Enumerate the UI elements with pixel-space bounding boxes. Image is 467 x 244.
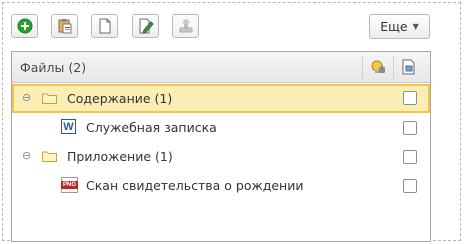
edit-file-button[interactable] — [132, 14, 159, 38]
column-header-check[interactable] — [400, 58, 420, 78]
row-label: Содержание (1) — [67, 91, 173, 106]
clipboard-icon — [58, 19, 71, 34]
png-icon-label: PNG — [61, 181, 78, 189]
column-separator — [393, 56, 394, 80]
collapse-toggle-icon[interactable]: ⊖ — [22, 149, 31, 162]
form-frame: Еще ▼ Файлы (2) ⊖ Содержание (1) W Служе… — [2, 2, 461, 242]
row-label: Приложение (1) — [67, 149, 173, 164]
plus-icon — [17, 18, 32, 34]
folder-icon — [42, 151, 57, 162]
row-checkbox[interactable] — [403, 179, 417, 193]
column-separator — [362, 56, 363, 80]
files-table[interactable]: Файлы (2) ⊖ Содержание (1) W Служебная з… — [11, 51, 431, 242]
table-header: Файлы (2) — [12, 52, 430, 83]
table-row[interactable]: ⊖ Содержание (1) — [12, 84, 430, 113]
blank-document-icon — [99, 18, 110, 34]
more-button-label: Еще — [380, 19, 408, 34]
lightbulb-lock-icon — [371, 60, 385, 73]
row-label: Служебная записка — [86, 120, 217, 135]
word-icon-letter: W — [63, 120, 74, 133]
stamp-icon — [179, 19, 192, 33]
table-row[interactable]: PNG Скан свидетельства о рождении — [12, 171, 430, 200]
collapse-toggle-icon[interactable]: ⊖ — [22, 91, 31, 104]
add-from-clipboard-button[interactable] — [51, 14, 78, 38]
row-checkbox[interactable] — [403, 121, 417, 135]
create-file-button[interactable] — [91, 14, 118, 38]
word-document-icon: W — [61, 119, 76, 134]
add-button[interactable] — [11, 14, 38, 38]
chevron-down-icon: ▼ — [412, 22, 419, 31]
sign-button[interactable] — [172, 14, 199, 38]
row-checkbox[interactable] — [403, 91, 417, 105]
png-image-icon: PNG — [61, 177, 78, 193]
edit-document-icon — [139, 18, 154, 34]
column-header-files[interactable]: Файлы (2) — [20, 60, 86, 75]
table-row[interactable]: W Служебная записка — [12, 113, 430, 142]
more-button[interactable]: Еще ▼ — [369, 14, 430, 39]
column-header-status[interactable] — [368, 58, 388, 78]
row-checkbox[interactable] — [403, 150, 417, 164]
toolbar: Еще ▼ — [11, 14, 431, 40]
row-label: Скан свидетельства о рождении — [86, 178, 304, 193]
table-row[interactable]: ⊖ Приложение (1) — [12, 142, 430, 171]
folder-icon — [42, 93, 57, 104]
document-check-icon — [402, 59, 415, 75]
